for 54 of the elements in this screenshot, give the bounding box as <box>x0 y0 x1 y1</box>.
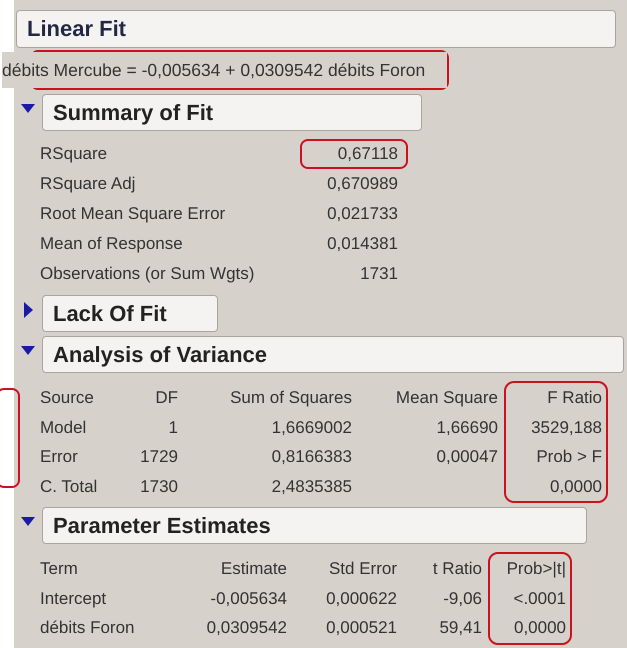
column-header: F Ratio <box>546 387 602 409</box>
stat-label: RSquare <box>40 144 108 164</box>
section-header[interactable]: Parameter Estimates <box>42 507 587 544</box>
column-header: Mean Square <box>394 387 498 409</box>
stat-label: Mean of Response <box>40 234 184 254</box>
table-cell-text: 0,00047 <box>436 446 498 468</box>
table-cell-text: débits Foron <box>40 617 136 639</box>
table-cell-text: Intercept <box>40 588 108 610</box>
column-header: Sum of Squares <box>229 387 352 409</box>
table-cell-text: Error <box>40 446 79 468</box>
table-cell-text: 0,0309542 <box>206 617 287 639</box>
table-cell-text: -0,005634 <box>209 588 287 610</box>
report-title: Linear Fit <box>16 10 616 48</box>
table-cell-text: 59,41 <box>438 617 482 639</box>
stat-value: 0,670989 <box>326 173 399 195</box>
table-cell-text: 3529,188 <box>530 416 602 438</box>
table-cell-text: C. Total <box>40 476 98 498</box>
table-cell-text: 0,000622 <box>325 588 397 610</box>
table-cell-text: 1 <box>168 416 178 438</box>
column-header: Source <box>40 387 95 409</box>
table-cell-text: 1729 <box>139 446 178 468</box>
column-header: Std Error <box>328 558 397 580</box>
table-cell-text: 2,4835385 <box>270 476 352 498</box>
section-header[interactable]: Lack Of Fit <box>42 295 218 332</box>
column-header: Estimate <box>220 558 287 580</box>
column-header: Term <box>40 558 79 580</box>
table-cell-text: 1730 <box>139 476 178 498</box>
table-cell-text: 0,8166383 <box>270 446 352 468</box>
collapse-triangle-icon[interactable] <box>20 514 36 526</box>
table-cell-text: 0,000521 <box>325 617 397 639</box>
column-header: Prob>|t| <box>506 558 566 580</box>
table-cell-text: 0,0000 <box>513 617 566 639</box>
section-header[interactable]: Analysis of Variance <box>42 336 624 373</box>
table-cell-text: <.0001 <box>512 588 566 610</box>
table-cell-text: 1,6669002 <box>270 416 352 438</box>
stat-value: 0,021733 <box>326 203 399 225</box>
table-cell-text: -9,06 <box>442 588 482 610</box>
collapse-triangle-icon[interactable] <box>20 344 36 356</box>
table-cell-text: Model <box>40 416 88 438</box>
section-header[interactable]: Summary of Fit <box>42 94 422 131</box>
stat-label: RSquare Adj <box>40 174 136 194</box>
stat-value: 1731 <box>359 263 399 285</box>
fit-equation: débits Mercube = -0,005634 + 0,0309542 débits Foron <box>2 52 448 88</box>
stat-value: 0,67118 <box>300 139 408 169</box>
stat-label: Observations (or Sum Wgts) <box>40 264 256 284</box>
column-header: t Ratio <box>432 558 482 580</box>
stat-value: 0,014381 <box>326 233 399 255</box>
table-cell-text: 0,0000 <box>549 476 602 498</box>
expand-triangle-icon[interactable] <box>22 300 34 318</box>
table-cell-text: 1,66690 <box>436 416 498 438</box>
stat-label: Root Mean Square Error <box>40 204 226 224</box>
collapse-triangle-icon[interactable] <box>20 102 36 114</box>
column-header: DF <box>154 387 178 409</box>
table-cell-text: Prob > F <box>535 446 602 468</box>
